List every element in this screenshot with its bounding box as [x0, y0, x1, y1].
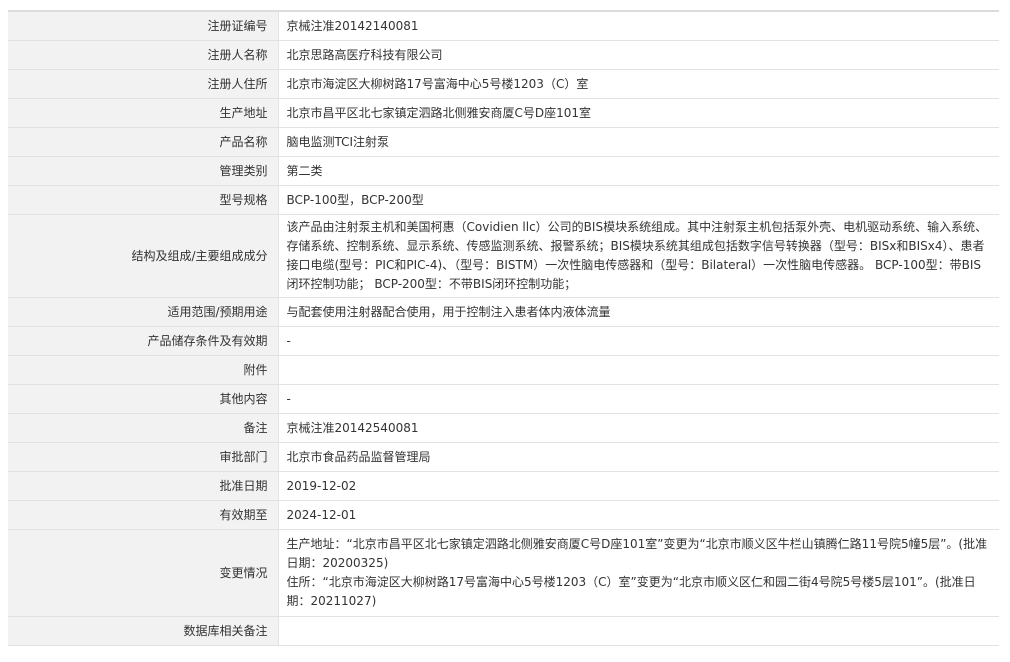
row-label-registration-number: 注册证编号: [8, 10, 278, 41]
table-row: 注册人名称 北京思路高医疗科技有限公司: [8, 40, 999, 70]
change-history-entry: 生产地址：“北京市昌平区北七家镇定泗路北侧雅安商厦C号D座101室”变更为“北京…: [286, 537, 988, 570]
table-row: 结构及组成/主要组成成分 该产品由注射泵主机和美国柯惠（Covidien llc…: [8, 214, 999, 298]
row-label-model-spec: 型号规格: [8, 185, 278, 215]
row-label-approval-department: 审批部门: [8, 442, 278, 472]
table-row: 附件: [8, 355, 999, 385]
row-value-registration-number: 京械注准20142140081: [277, 10, 999, 41]
row-label-management-category: 管理类别: [8, 156, 278, 186]
row-label-storage-validity: 产品储存条件及有效期: [8, 326, 278, 356]
change-history-entry: 住所：“北京市海淀区大柳树路17号富海中心5号楼1203（C）室”变更为“北京市…: [286, 575, 976, 608]
row-label-attachment: 附件: [8, 355, 278, 385]
row-label-product-name: 产品名称: [8, 127, 278, 157]
row-value-approval-department: 北京市食品药品监督管理局: [277, 442, 999, 472]
table-row: 审批部门 北京市食品药品监督管理局: [8, 442, 999, 472]
row-label-intended-use: 适用范围/预期用途: [8, 297, 278, 327]
table-row: 数据库相关备注: [8, 616, 999, 646]
table-row: 变更情况 生产地址：“北京市昌平区北七家镇定泗路北侧雅安商厦C号D座101室”变…: [8, 529, 999, 617]
table-row: 适用范围/预期用途 与配套使用注射器配合使用，用于控制注入患者体内液体流量: [8, 297, 999, 327]
row-value-remarks: 京械注准20142540081: [277, 413, 999, 443]
row-value-approval-date: 2019-12-02: [277, 471, 999, 501]
table-row: 生产地址 北京市昌平区北七家镇定泗路北侧雅安商厦C号D座101室: [8, 98, 999, 128]
row-label-registrant-address: 注册人住所: [8, 69, 278, 99]
row-value-storage-validity: -: [277, 326, 999, 356]
row-value-product-name: 脑电监测TCI注射泵: [277, 127, 999, 157]
row-value-change-history: 生产地址：“北京市昌平区北七家镇定泗路北侧雅安商厦C号D座101室”变更为“北京…: [277, 529, 999, 617]
table-row: 型号规格 BCP-100型，BCP-200型: [8, 185, 999, 215]
table-row: 备注 京械注准20142540081: [8, 413, 999, 443]
row-value-database-remarks: [277, 616, 999, 646]
row-value-attachment: [277, 355, 999, 385]
row-value-registrant-address: 北京市海淀区大柳树路17号富海中心5号楼1203（C）室: [277, 69, 999, 99]
registration-detail-table: 注册证编号 京械注准20142140081 注册人名称 北京思路高医疗科技有限公…: [8, 10, 999, 646]
table-row: 管理类别 第二类: [8, 156, 999, 186]
table-row: 其他内容 -: [8, 384, 999, 414]
row-value-valid-until: 2024-12-01: [277, 500, 999, 530]
row-label-approval-date: 批准日期: [8, 471, 278, 501]
table-row: 产品储存条件及有效期 -: [8, 326, 999, 356]
row-value-structure-composition: 该产品由注射泵主机和美国柯惠（Covidien llc）公司的BIS模块系统组成…: [277, 214, 999, 298]
row-label-remarks: 备注: [8, 413, 278, 443]
row-value-other-content: -: [277, 384, 999, 414]
row-value-model-spec: BCP-100型，BCP-200型: [277, 185, 999, 215]
row-label-database-remarks: 数据库相关备注: [8, 616, 278, 646]
row-label-valid-until: 有效期至: [8, 500, 278, 530]
row-label-registrant-name: 注册人名称: [8, 40, 278, 70]
row-value-production-address: 北京市昌平区北七家镇定泗路北侧雅安商厦C号D座101室: [277, 98, 999, 128]
table-row: 产品名称 脑电监测TCI注射泵: [8, 127, 999, 157]
row-value-management-category: 第二类: [277, 156, 999, 186]
row-label-other-content: 其他内容: [8, 384, 278, 414]
row-value-registrant-name: 北京思路高医疗科技有限公司: [277, 40, 999, 70]
table-row: 有效期至 2024-12-01: [8, 500, 999, 530]
row-value-intended-use: 与配套使用注射器配合使用，用于控制注入患者体内液体流量: [277, 297, 999, 327]
table-row: 批准日期 2019-12-02: [8, 471, 999, 501]
row-label-change-history: 变更情况: [8, 529, 278, 617]
row-label-production-address: 生产地址: [8, 98, 278, 128]
table-row: 注册人住所 北京市海淀区大柳树路17号富海中心5号楼1203（C）室: [8, 69, 999, 99]
row-label-structure-composition: 结构及组成/主要组成成分: [8, 214, 278, 298]
table-row: 注册证编号 京械注准20142140081: [8, 10, 999, 41]
registration-detail-table-container: 注册证编号 京械注准20142140081 注册人名称 北京思路高医疗科技有限公…: [8, 10, 999, 646]
